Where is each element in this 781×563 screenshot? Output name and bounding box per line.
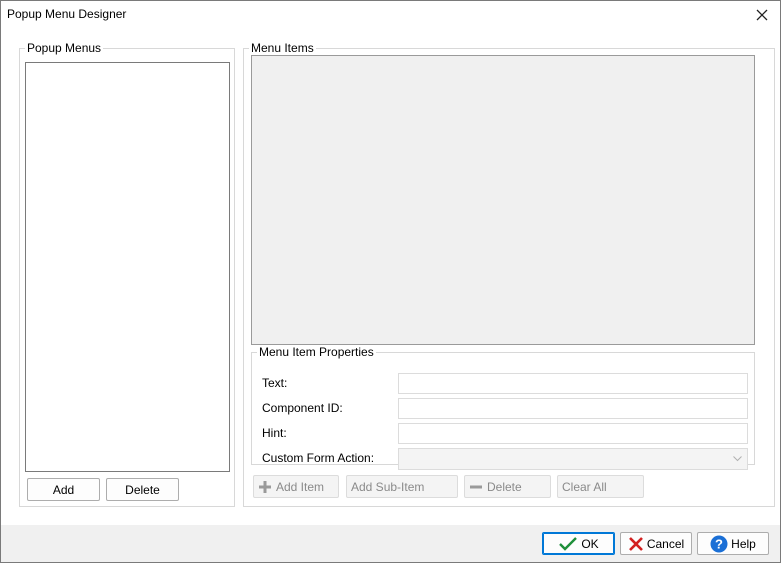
popup-menus-list[interactable]: [25, 62, 230, 472]
hint-label: Hint:: [262, 426, 287, 440]
custom-form-action-select[interactable]: [398, 448, 748, 470]
ok-label: OK: [581, 536, 599, 551]
add-button-label: Add: [52, 482, 75, 497]
delete-button-label: Delete: [125, 482, 160, 497]
add-sub-item-button[interactable]: Add Sub-Item: [346, 475, 458, 498]
clear-all-button[interactable]: Clear All: [557, 475, 644, 498]
cancel-label: Cancel: [646, 536, 685, 551]
chevron-down-icon: [729, 451, 745, 467]
dialog-body: Popup Menus Add Delete Menu Items Menu I…: [5, 31, 776, 525]
popup-menu-designer-window: Popup Menu Designer Popup Menus Add Dele…: [0, 0, 781, 563]
minus-icon: [469, 480, 483, 494]
help-label: Help: [731, 536, 756, 551]
text-input[interactable]: [398, 373, 748, 394]
add-item-button[interactable]: Add Item: [253, 475, 339, 498]
close-button[interactable]: [748, 3, 776, 27]
menu-items-tree[interactable]: [251, 55, 755, 345]
help-button[interactable]: ? Help: [697, 532, 769, 555]
add-popup-menu-button[interactable]: Add: [27, 478, 100, 501]
menu-item-properties-legend: Menu Item Properties: [259, 345, 374, 359]
svg-text:?: ?: [715, 536, 723, 551]
close-icon: [756, 9, 768, 21]
delete-item-label: Delete: [487, 479, 522, 494]
ok-button[interactable]: OK: [542, 532, 615, 555]
delete-popup-menu-button[interactable]: Delete: [106, 478, 179, 501]
window-title: Popup Menu Designer: [7, 7, 127, 21]
text-label: Text:: [262, 376, 288, 390]
component-id-label: Component ID:: [262, 401, 343, 415]
dialog-footer: OK Cancel ? Help: [1, 525, 780, 562]
popup-menus-legend: Popup Menus: [27, 41, 102, 55]
help-icon: ?: [710, 535, 728, 553]
plus-icon: [258, 480, 272, 494]
delete-item-button[interactable]: Delete: [464, 475, 551, 498]
clear-all-label: Clear All: [562, 479, 607, 494]
custom-form-action-label: Custom Form Action:: [262, 451, 375, 465]
title-bar: Popup Menu Designer: [1, 1, 780, 29]
hint-input[interactable]: [398, 423, 748, 444]
x-icon: [628, 536, 644, 552]
component-id-input[interactable]: [398, 398, 748, 419]
checkmark-icon: [558, 536, 578, 552]
cancel-button[interactable]: Cancel: [620, 532, 692, 555]
menu-items-legend: Menu Items: [251, 41, 314, 55]
add-item-label: Add Item: [276, 479, 325, 494]
add-sub-item-label: Add Sub-Item: [351, 479, 425, 494]
menu-item-properties-group: Menu Item Properties Text: Component ID:…: [251, 345, 755, 470]
